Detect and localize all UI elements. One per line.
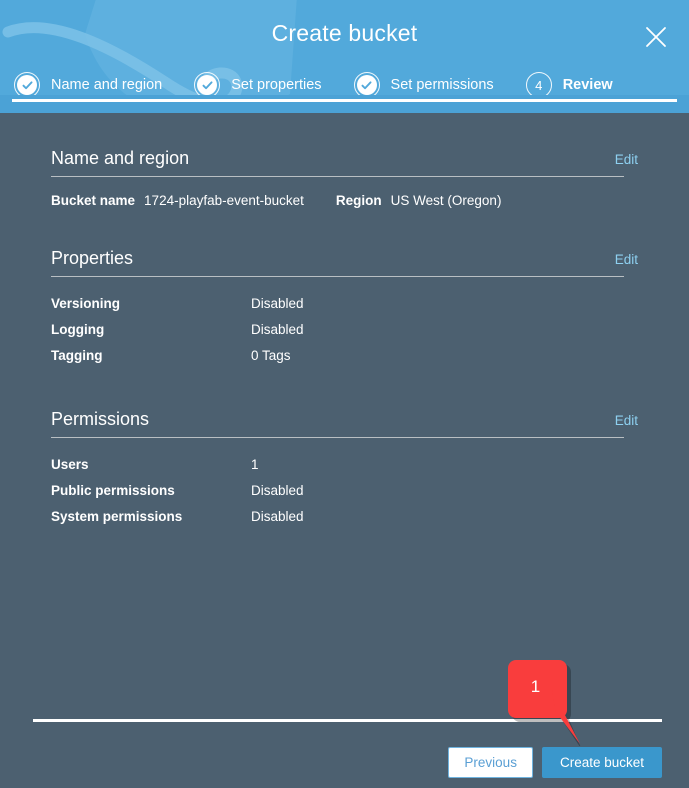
annotation-callout-1: 1 (506, 658, 646, 750)
section-header: Properties Edit (51, 248, 638, 276)
edit-name-and-region-link[interactable]: Edit (615, 152, 638, 169)
step-label: Set permissions (390, 77, 494, 93)
section-divider (51, 437, 624, 438)
region-value: US West (Oregon) (390, 193, 502, 208)
footer-divider (33, 719, 662, 722)
section-title: Name and region (51, 148, 190, 168)
row-key: Users (51, 457, 89, 472)
table-row: Versioning Disabled (51, 291, 638, 317)
section-divider (51, 176, 624, 177)
create-bucket-dialog: Create bucket Name and region Set proper… (0, 0, 689, 788)
section-name-and-region: Name and region Edit Bucket name 1724-pl… (51, 148, 638, 208)
step-label: Name and region (51, 77, 163, 93)
table-row: Users 1 (51, 452, 638, 478)
close-button[interactable] (639, 20, 673, 54)
check-icon (202, 80, 213, 89)
section-header: Permissions Edit (51, 409, 638, 437)
row-value: Disabled (251, 483, 304, 498)
row-value: 0 Tags (251, 348, 291, 363)
row-value: Disabled (251, 322, 304, 337)
review-content: Name and region Edit Bucket name 1724-pl… (0, 148, 689, 530)
close-x-icon (646, 27, 666, 47)
footer-actions: Previous Create bucket (448, 747, 662, 778)
annotation-number: 1 (530, 677, 541, 696)
row-key: Versioning (51, 296, 121, 311)
dialog-header: Create bucket Name and region Set proper… (0, 0, 689, 113)
row-value: Disabled (251, 509, 304, 524)
row-key: Public permissions (51, 483, 175, 498)
check-icon (361, 80, 372, 89)
check-icon (22, 80, 32, 89)
section-properties: Properties Edit Versioning Disabled Logg… (51, 248, 638, 369)
bucket-name-label: Bucket name (51, 193, 136, 208)
permissions-rows: Users 1 Public permissions Disabled Syst… (51, 452, 638, 530)
section-permissions: Permissions Edit Users 1 Public permissi… (51, 409, 638, 530)
previous-button[interactable]: Previous (448, 747, 533, 778)
table-row: Tagging 0 Tags (51, 343, 638, 369)
row-key: Tagging (51, 348, 103, 363)
step-label: Review (562, 77, 613, 93)
section-title: Permissions (51, 409, 150, 429)
edit-permissions-link[interactable]: Edit (615, 413, 638, 430)
section-header: Name and region Edit (51, 148, 638, 176)
row-key: System permissions (51, 509, 183, 524)
row-value: 1 (251, 457, 259, 472)
row-key: Logging (51, 322, 105, 337)
name-region-row: Bucket name 1724-playfab-event-bucket Re… (51, 193, 638, 208)
section-title: Properties (51, 248, 134, 268)
row-value: Disabled (251, 296, 304, 311)
progress-band (0, 95, 689, 113)
properties-rows: Versioning Disabled Logging Disabled Tag… (51, 291, 638, 369)
region-label: Region (335, 193, 382, 208)
edit-properties-link[interactable]: Edit (615, 252, 638, 269)
table-row: Public permissions Disabled (51, 478, 638, 504)
step-label: Set properties (231, 77, 322, 93)
page-title: Create bucket (271, 20, 418, 46)
table-row: System permissions Disabled (51, 504, 638, 530)
progress-line (12, 99, 677, 102)
section-divider (51, 276, 624, 277)
create-bucket-button[interactable]: Create bucket (541, 747, 662, 778)
callout-bubble-icon (508, 660, 582, 750)
bucket-name-value: 1724-playfab-event-bucket (144, 193, 304, 208)
table-row: Logging Disabled (51, 317, 638, 343)
